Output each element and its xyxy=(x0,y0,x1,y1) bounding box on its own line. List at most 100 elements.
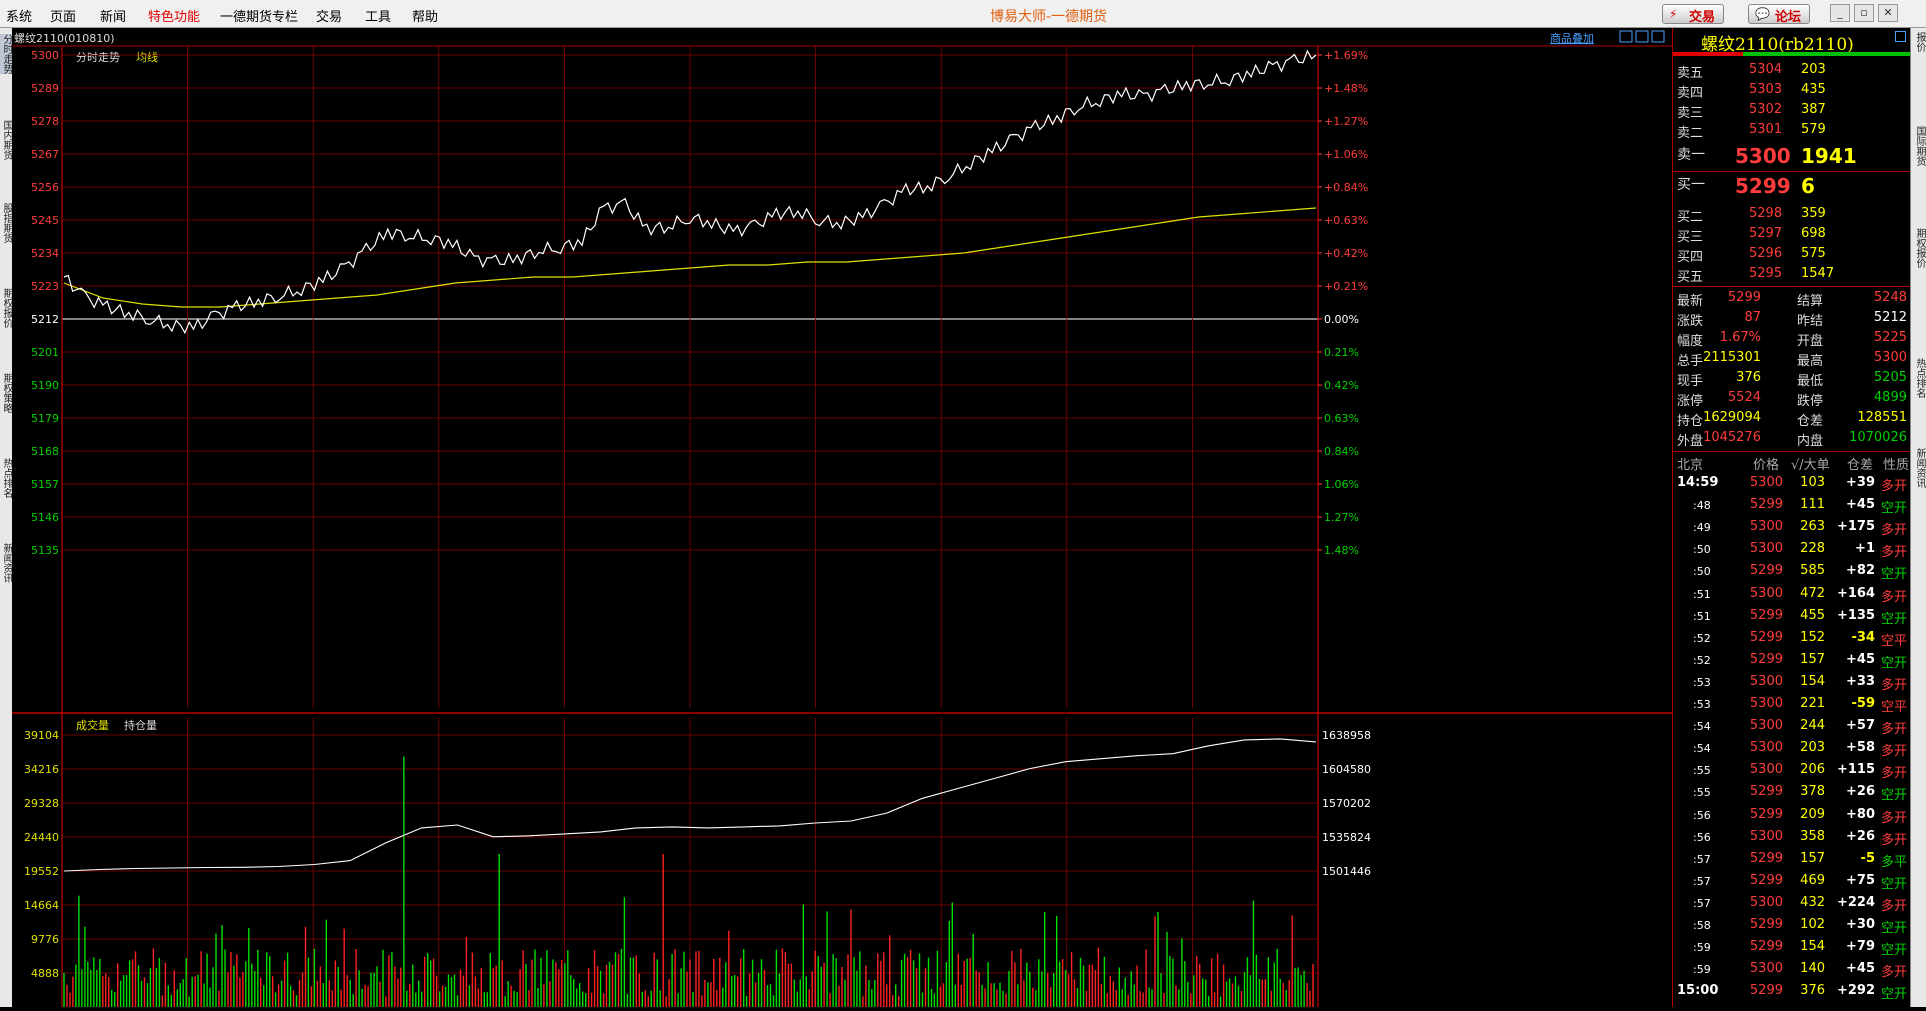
trade-row[interactable]: :50 5300 228 +1 多开 xyxy=(1673,539,1911,561)
trade-row[interactable]: :57 5299 469 +75 空开 xyxy=(1673,871,1911,893)
panel-toggle-icon[interactable] xyxy=(1895,31,1906,42)
trade-volume: 358 xyxy=(1800,828,1825,844)
trade-row[interactable]: :56 5299 209 +80 多开 xyxy=(1673,805,1911,827)
right-tab-quotes[interactable]: 报价 xyxy=(1913,32,1925,52)
trade-oi-change: +39 xyxy=(1846,475,1875,490)
bid-level-row[interactable]: 买五 5295 1547 xyxy=(1673,266,1911,286)
trade-row[interactable]: 15:00 5299 376 +292 空开 xyxy=(1673,981,1911,1003)
trade-price: 5299 xyxy=(1749,607,1783,623)
stat-row[interactable]: 涨跌 87 昨结 5212 xyxy=(1673,310,1911,330)
menu-system[interactable]: 系统 xyxy=(6,6,32,25)
trade-row[interactable]: :55 5299 378 +26 空开 xyxy=(1673,782,1911,804)
bid-level-row[interactable]: 买二 5298 359 xyxy=(1673,206,1911,226)
minimize-button[interactable]: _ xyxy=(1830,4,1850,22)
trade-row[interactable]: :55 5300 206 +115 多开 xyxy=(1673,760,1911,782)
left-tab-news[interactable]: 新闻资讯 xyxy=(0,543,12,583)
trade-row[interactable]: :50 5299 585 +82 空开 xyxy=(1673,561,1911,583)
menu-page[interactable]: 页面 xyxy=(50,6,76,25)
ask-level-row[interactable]: 卖二 5301 579 xyxy=(1673,122,1911,142)
ask-level-row[interactable]: 卖五 5304 203 xyxy=(1673,62,1911,82)
left-tab-hot-ranking[interactable]: 热点排名 xyxy=(0,458,12,498)
trade-oi-change: +1 xyxy=(1855,541,1875,557)
trade-time: :52 xyxy=(1693,653,1711,667)
trade-row[interactable]: :59 5300 140 +45 多开 xyxy=(1673,959,1911,981)
trade-row[interactable]: :57 5300 432 +224 多开 xyxy=(1673,893,1911,915)
stat-label: 持仓 xyxy=(1677,414,1704,429)
trade-row[interactable]: :51 5300 472 +164 多开 xyxy=(1673,584,1911,606)
trade-oi-change: +58 xyxy=(1846,740,1875,756)
trade-oi-change: +75 xyxy=(1846,872,1875,888)
maximize-button[interactable]: ▫ xyxy=(1854,4,1874,22)
stat-row[interactable]: 外盘 1045276 内盘 1070026 xyxy=(1673,430,1911,450)
menu-trade[interactable]: 交易 xyxy=(316,6,342,25)
left-tab-domestic-futures[interactable]: 国内期货 xyxy=(0,120,12,160)
stat-value: 1070026 xyxy=(1849,430,1907,445)
ask-level-row[interactable]: 卖四 5303 435 xyxy=(1673,82,1911,102)
trade-time: :57 xyxy=(1693,852,1711,866)
close-button[interactable]: ✕ xyxy=(1878,4,1898,22)
right-tab-hot-ranking[interactable]: 热点排名 xyxy=(1913,358,1925,398)
menu-help[interactable]: 帮助 xyxy=(412,6,438,25)
right-tab-intl-futures[interactable]: 国际期货 xyxy=(1913,126,1925,166)
price-tick-label: 5267 xyxy=(31,148,59,161)
ask-price: 5301 xyxy=(1749,122,1783,137)
trade-volume: 206 xyxy=(1800,762,1825,778)
trade-time: :55 xyxy=(1693,764,1711,778)
left-tab-index-futures[interactable]: 股指期货 xyxy=(0,203,12,243)
trade-nature: 多开 xyxy=(1880,677,1907,693)
left-tab-option-strategy[interactable]: 期权策略 xyxy=(0,373,12,413)
trade-price: 5300 xyxy=(1749,762,1783,778)
bid-level-label: 买一 xyxy=(1677,177,1705,193)
menu-news[interactable]: 新闻 xyxy=(100,6,126,25)
trade-row[interactable]: :48 5299 111 +45 空开 xyxy=(1673,495,1911,517)
trade-row[interactable]: :53 5300 154 +33 多开 xyxy=(1673,672,1911,694)
trade-header-time: 北京 xyxy=(1677,458,1704,473)
trade-row[interactable]: :52 5299 157 +45 空开 xyxy=(1673,650,1911,672)
trade-row[interactable]: :51 5299 455 +135 空开 xyxy=(1673,606,1911,628)
trade-volume: 376 xyxy=(1800,983,1825,999)
right-tab-news[interactable]: 新闻资讯 xyxy=(1913,448,1925,488)
trade-row[interactable]: :54 5300 244 +57 多开 xyxy=(1673,716,1911,738)
menu-special-features[interactable]: 特色功能 xyxy=(148,6,200,25)
overlay-link[interactable]: 商品叠加 xyxy=(1550,31,1594,45)
menu-tools[interactable]: 工具 xyxy=(365,6,391,25)
stat-label: 涨跌 xyxy=(1677,314,1704,329)
pct-tick-label: 0.00% xyxy=(1324,313,1359,326)
stat-row[interactable]: 持仓 1629094 仓差 128551 xyxy=(1673,410,1911,430)
trade-row[interactable]: :59 5299 154 +79 空开 xyxy=(1673,937,1911,959)
bid-level-row[interactable]: 买四 5296 575 xyxy=(1673,246,1911,266)
volume-tick-label: 29328 xyxy=(24,797,59,810)
stat-row[interactable]: 涨停 5524 跌停 4899 xyxy=(1673,390,1911,410)
stat-row[interactable]: 幅度 1.67% 开盘 5225 xyxy=(1673,330,1911,350)
right-tab-option-quotes[interactable]: 期权报价 xyxy=(1913,228,1925,268)
trade-row[interactable]: :53 5300 221 -59 空平 xyxy=(1673,694,1911,716)
stat-row[interactable]: 现手 376 最低 5205 xyxy=(1673,370,1911,390)
trade-row[interactable]: :57 5299 157 -5 多平 xyxy=(1673,849,1911,871)
trade-volume: 585 xyxy=(1800,563,1825,579)
trade-volume: 209 xyxy=(1800,806,1825,822)
trade-button[interactable]: ⚡ 交易 xyxy=(1662,4,1725,25)
stat-row[interactable]: 总手 2115301 最高 5300 xyxy=(1673,350,1911,370)
bid-level-row[interactable]: 买三 5297 698 xyxy=(1673,226,1911,246)
trade-volume: 455 xyxy=(1800,607,1825,623)
ask-level-row[interactable]: 卖一 5300 1941 xyxy=(1673,144,1911,170)
trade-row[interactable]: :49 5300 263 +175 多开 xyxy=(1673,517,1911,539)
forum-button[interactable]: 💬 论坛 xyxy=(1748,4,1811,25)
stat-row[interactable]: 最新 5299 结算 5248 xyxy=(1673,290,1911,310)
trade-time: :57 xyxy=(1693,874,1711,888)
trade-row[interactable]: :58 5299 102 +30 空开 xyxy=(1673,915,1911,937)
intraday-chart[interactable]: 螺纹2110(010810) 商品叠加 分时走势 均线 5300 5289 5278… xyxy=(12,28,1672,1007)
trade-row[interactable]: :56 5300 358 +26 多开 xyxy=(1673,827,1911,849)
left-tab-option-quotes[interactable]: 期权报价 xyxy=(0,288,12,328)
bid-level-row[interactable]: 买一 5299 6 xyxy=(1673,174,1911,200)
trade-row[interactable]: :52 5299 152 -34 空平 xyxy=(1673,628,1911,650)
left-tab-intraday[interactable]: 分时走势 xyxy=(0,34,12,74)
price-tick-label: 5157 xyxy=(31,478,59,491)
stat-value: 1.67% xyxy=(1719,330,1761,345)
ask-level-row[interactable]: 卖三 5302 387 xyxy=(1673,102,1911,122)
menu-yide-column[interactable]: 一德期货专栏 xyxy=(220,6,298,25)
trade-row[interactable]: :54 5300 203 +58 多开 xyxy=(1673,738,1911,760)
price-tick-label: 5201 xyxy=(31,346,59,359)
trade-row[interactable]: 14:59 5300 103 +39 多开 xyxy=(1673,473,1911,495)
pct-tick-label: +0.42% xyxy=(1324,247,1368,260)
